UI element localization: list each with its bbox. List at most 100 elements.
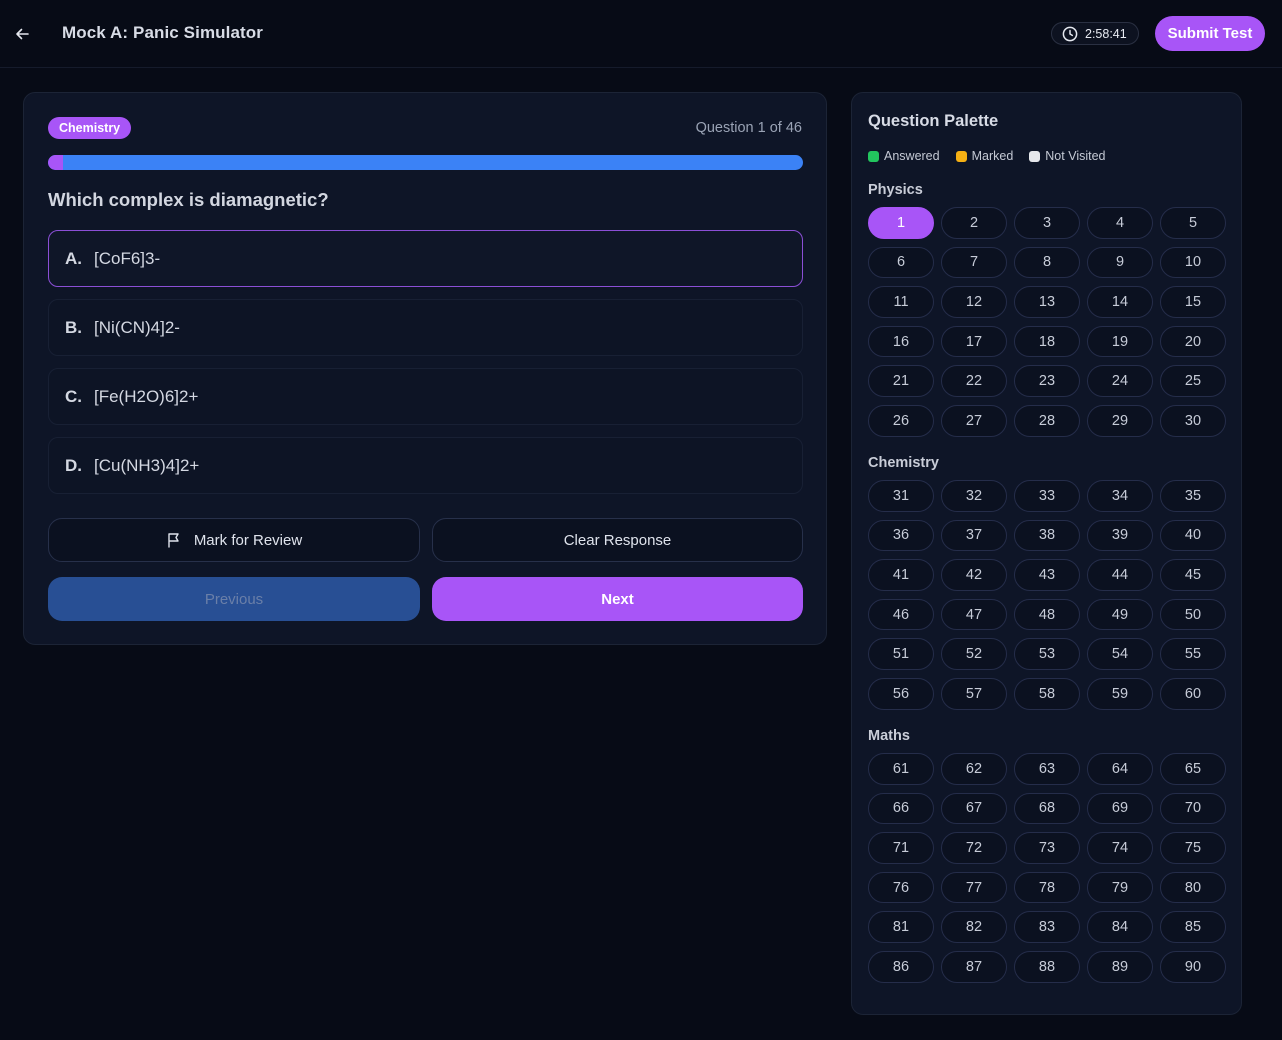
palette-question-button[interactable]: 79	[1087, 871, 1153, 904]
palette-question-button[interactable]: 51	[868, 638, 934, 670]
mark-for-review-button[interactable]: Mark for Review	[48, 518, 420, 562]
palette-question-button[interactable]: 22	[941, 365, 1007, 397]
palette-question-button[interactable]: 4	[1087, 207, 1153, 239]
palette-question-button[interactable]: 3	[1014, 207, 1080, 239]
palette-question-button[interactable]: 49	[1087, 598, 1153, 631]
palette-question-button[interactable]: 53	[1014, 638, 1080, 670]
palette-question-button[interactable]: 13	[1014, 286, 1080, 318]
palette-question-button[interactable]: 36	[868, 519, 934, 552]
palette-question-button[interactable]: 16	[868, 325, 934, 358]
palette-question-button[interactable]: 72	[941, 832, 1007, 864]
palette-question-button[interactable]: 34	[1087, 480, 1153, 512]
palette-question-button[interactable]: 50	[1160, 598, 1226, 631]
palette-question-button[interactable]: 61	[868, 753, 934, 785]
previous-button[interactable]: Previous	[48, 577, 420, 621]
palette-question-button[interactable]: 38	[1014, 519, 1080, 552]
palette-question-button[interactable]: 40	[1160, 519, 1226, 552]
palette-question-button[interactable]: 82	[941, 911, 1007, 943]
palette-question-button[interactable]: 18	[1014, 325, 1080, 358]
palette-question-button[interactable]: 32	[941, 480, 1007, 512]
palette-question-button[interactable]: 17	[941, 325, 1007, 358]
palette-question-button[interactable]: 14	[1087, 286, 1153, 318]
palette-question-button[interactable]: 81	[868, 911, 934, 943]
palette-question-button[interactable]: 88	[1014, 950, 1080, 983]
palette-question-button[interactable]: 35	[1160, 480, 1226, 512]
palette-question-button[interactable]: 90	[1160, 950, 1226, 983]
palette-question-button[interactable]: 9	[1087, 246, 1153, 279]
palette-question-button[interactable]: 27	[941, 404, 1007, 437]
palette-question-button[interactable]: 48	[1014, 598, 1080, 631]
palette-question-button[interactable]: 33	[1014, 480, 1080, 512]
palette-question-button[interactable]: 31	[868, 480, 934, 512]
palette-question-button[interactable]: 87	[941, 950, 1007, 983]
palette-question-button[interactable]: 5	[1160, 207, 1226, 239]
palette-question-button[interactable]: 44	[1087, 559, 1153, 591]
palette-question-button[interactable]: 15	[1160, 286, 1226, 318]
palette-question-button[interactable]: 86	[868, 950, 934, 983]
palette-question-button[interactable]: 58	[1014, 677, 1080, 710]
palette-question-button[interactable]: 59	[1087, 677, 1153, 710]
palette-question-button[interactable]: 45	[1160, 559, 1226, 591]
palette-question-button[interactable]: 85	[1160, 911, 1226, 943]
palette-question-button[interactable]: 55	[1160, 638, 1226, 670]
palette-question-button[interactable]: 8	[1014, 246, 1080, 279]
palette-question-button[interactable]: 1	[868, 207, 934, 239]
palette-question-button[interactable]: 68	[1014, 792, 1080, 825]
option-a[interactable]: A. [CoF6]3-	[48, 230, 803, 287]
palette-question-button[interactable]: 62	[941, 753, 1007, 785]
palette-question-button[interactable]: 7	[941, 246, 1007, 279]
palette-question-button[interactable]: 56	[868, 677, 934, 710]
palette-question-button[interactable]: 65	[1160, 753, 1226, 785]
palette-question-button[interactable]: 19	[1087, 325, 1153, 358]
next-button[interactable]: Next	[432, 577, 803, 621]
palette-question-button[interactable]: 2	[941, 207, 1007, 239]
palette-question-button[interactable]: 10	[1160, 246, 1226, 279]
palette-question-button[interactable]: 57	[941, 677, 1007, 710]
palette-question-button[interactable]: 26	[868, 404, 934, 437]
palette-question-button[interactable]: 20	[1160, 325, 1226, 358]
palette-question-button[interactable]: 39	[1087, 519, 1153, 552]
palette-question-button[interactable]: 76	[868, 871, 934, 904]
palette-question-button[interactable]: 77	[941, 871, 1007, 904]
option-c[interactable]: C. [Fe(H2O)6]2+	[48, 368, 803, 425]
palette-question-button[interactable]: 29	[1087, 404, 1153, 437]
palette-question-button[interactable]: 54	[1087, 638, 1153, 670]
palette-question-button[interactable]: 75	[1160, 832, 1226, 864]
palette-question-button[interactable]: 23	[1014, 365, 1080, 397]
back-button[interactable]	[10, 22, 34, 46]
palette-question-button[interactable]: 21	[868, 365, 934, 397]
palette-question-button[interactable]: 80	[1160, 871, 1226, 904]
palette-question-button[interactable]: 60	[1160, 677, 1226, 710]
palette-question-button[interactable]: 73	[1014, 832, 1080, 864]
palette-question-button[interactable]: 89	[1087, 950, 1153, 983]
palette-question-button[interactable]: 70	[1160, 792, 1226, 825]
palette-question-button[interactable]: 63	[1014, 753, 1080, 785]
submit-test-button[interactable]: Submit Test	[1155, 16, 1265, 51]
palette-question-button[interactable]: 47	[941, 598, 1007, 631]
palette-question-button[interactable]: 43	[1014, 559, 1080, 591]
palette-question-button[interactable]: 52	[941, 638, 1007, 670]
palette-question-button[interactable]: 41	[868, 559, 934, 591]
palette-question-button[interactable]: 83	[1014, 911, 1080, 943]
palette-question-button[interactable]: 12	[941, 286, 1007, 318]
palette-question-button[interactable]: 69	[1087, 792, 1153, 825]
palette-question-button[interactable]: 25	[1160, 365, 1226, 397]
palette-question-button[interactable]: 24	[1087, 365, 1153, 397]
option-d[interactable]: D. [Cu(NH3)4]2+	[48, 437, 803, 494]
palette-question-button[interactable]: 64	[1087, 753, 1153, 785]
palette-question-button[interactable]: 71	[868, 832, 934, 864]
palette-question-button[interactable]: 78	[1014, 871, 1080, 904]
palette-question-button[interactable]: 11	[868, 286, 934, 318]
clear-response-button[interactable]: Clear Response	[432, 518, 803, 562]
palette-question-button[interactable]: 67	[941, 792, 1007, 825]
palette-question-button[interactable]: 6	[868, 246, 934, 279]
palette-question-button[interactable]: 46	[868, 598, 934, 631]
palette-question-button[interactable]: 37	[941, 519, 1007, 552]
palette-question-button[interactable]: 30	[1160, 404, 1226, 437]
option-b[interactable]: B. [Ni(CN)4]2-	[48, 299, 803, 356]
palette-question-button[interactable]: 84	[1087, 911, 1153, 943]
palette-question-button[interactable]: 42	[941, 559, 1007, 591]
palette-question-button[interactable]: 74	[1087, 832, 1153, 864]
palette-question-button[interactable]: 28	[1014, 404, 1080, 437]
palette-question-button[interactable]: 66	[868, 792, 934, 825]
